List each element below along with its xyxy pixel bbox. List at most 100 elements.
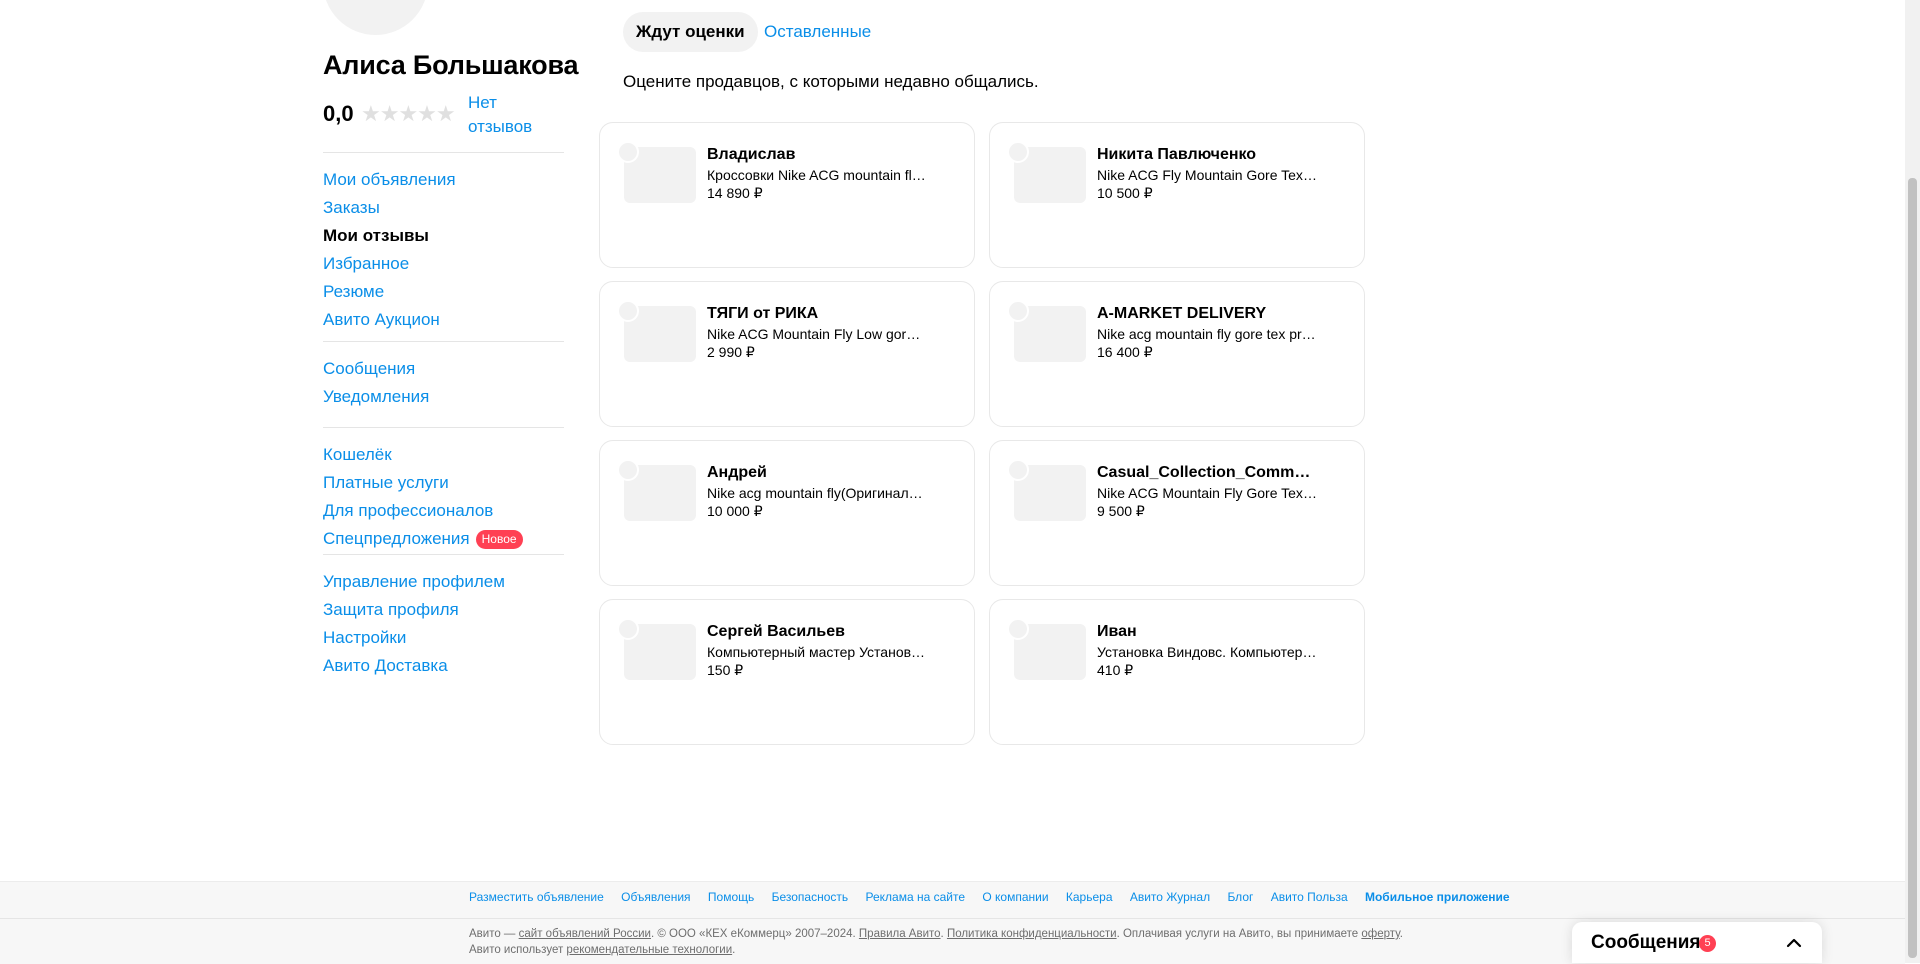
footer-link-ads[interactable]: Объявления (621, 890, 690, 904)
footer-link-advertising[interactable]: Реклама на сайте (865, 890, 965, 904)
sidebar-item-favorites[interactable]: Избранное (323, 250, 564, 278)
sidebar-item-my-reviews[interactable]: Мои отзывы (323, 222, 564, 250)
seller-avatar-icon (1007, 459, 1029, 481)
no-reviews-link[interactable]: Нет отзывов (468, 91, 548, 139)
footer-legal-text: Авито — сайт объявлений России. © ООО «К… (469, 926, 1429, 958)
menu-group-ads: Мои объявления Заказы Мои отзывы Избранн… (323, 152, 564, 334)
seller-avatar-icon (617, 618, 639, 640)
item-title: Nike acg mountain fly(Оригинал) gore-tex (707, 485, 927, 501)
sidebar-item-messages[interactable]: Сообщения (323, 355, 564, 383)
user-name: Алиса Большакова (323, 50, 579, 80)
seller-name: Владислав (707, 146, 796, 163)
seller-card[interactable]: Никита Павлюченко Nike ACG Fly Mountain … (989, 122, 1365, 268)
legal-link-privacy[interactable]: Политика конфиденциальности (947, 928, 1117, 940)
seller-card[interactable]: Андрей Nike acg mountain fly(Оригинал) g… (599, 440, 975, 586)
item-title: Установка Виндовс. Компьютерный мастер (1097, 644, 1317, 660)
footer-link-about[interactable]: О компании (982, 890, 1048, 904)
sidebar-item-special-offers[interactable]: Спецпредложения Новое (323, 525, 564, 553)
sidebar-item-wallet[interactable]: Кошелёк (323, 441, 564, 469)
seller-avatar-icon (617, 459, 639, 481)
item-title: Nike acg mountain fly gore tex premium (1097, 326, 1317, 342)
seller-name: Иван (1097, 623, 1137, 640)
legal-text: . © ООО «КЕХ еКоммерц» 2007–2024. (650, 928, 859, 940)
sidebar-item-delivery[interactable]: Авито Доставка (323, 652, 564, 680)
seller-avatar-icon (1007, 141, 1029, 163)
seller-card[interactable]: ТЯГИ от РИКА Nike ACG Mountain Fly Low g… (599, 281, 975, 427)
seller-name: A-MARKET DELIVERY (1097, 305, 1267, 322)
sidebar-item-profile-protection[interactable]: Защита профиля (323, 596, 564, 624)
seller-avatar-icon (617, 141, 639, 163)
footer-link-mobile-app[interactable]: Мобильное приложение (1365, 890, 1510, 904)
legal-text: . Оплачивая услуги на Авито, вы принимае… (1116, 928, 1362, 940)
item-price: 16 400 ₽ (1097, 344, 1153, 360)
footer-divider (0, 918, 1905, 919)
menu-group-messages: Сообщения Уведомления (323, 341, 564, 411)
item-price: 14 890 ₽ (707, 185, 763, 201)
legal-link-recommendations[interactable]: рекомендательные технологии (566, 944, 732, 956)
seller-card[interactable]: Владислав Кроссовки Nike ACG mountain fl… (599, 122, 975, 268)
footer-link-career[interactable]: Карьера (1066, 890, 1113, 904)
item-title: Nike ACG Mountain Fly Low gore-tex (707, 326, 927, 342)
tab-waiting[interactable]: Ждут оценки (623, 12, 758, 52)
sidebar-item-auction[interactable]: Авито Аукцион (323, 306, 564, 334)
new-badge: Новое (475, 530, 523, 550)
footer-link-avito-benefit[interactable]: Авито Польза (1271, 890, 1348, 904)
sidebar-item-for-pros[interactable]: Для профессионалов (323, 497, 564, 525)
footer-links: Разместить объявление Объявления Помощь … (469, 890, 1524, 904)
seller-card[interactable]: Casual_Collection_Community Nike ACG Mou… (989, 440, 1365, 586)
footer-link-help[interactable]: Помощь (708, 890, 754, 904)
item-price: 410 ₽ (1097, 662, 1134, 678)
footer-link-security[interactable]: Безопасность (772, 890, 849, 904)
seller-name: Сергей Васильев (707, 623, 845, 640)
sidebar-item-my-ads[interactable]: Мои объявления (323, 166, 564, 194)
item-title: Nike ACG Fly Mountain Gore Tex Оригинал (1097, 167, 1317, 183)
tab-left[interactable]: Оставленные (764, 12, 871, 52)
footer-link-blog[interactable]: Блог (1227, 890, 1253, 904)
sidebar-item-orders[interactable]: Заказы (323, 194, 564, 222)
seller-card[interactable]: A-MARKET DELIVERY Nike acg mountain fly … (989, 281, 1365, 427)
menu-group-services: Кошелёк Платные услуги Для профессионало… (323, 427, 564, 553)
avatar[interactable] (323, 0, 428, 35)
legal-link-rules[interactable]: Правила Авито (859, 928, 941, 940)
item-title: Компьютерный мастер Установка Windows (707, 644, 927, 660)
item-price: 10 000 ₽ (707, 503, 763, 519)
menu-group-profile: Управление профилем Защита профиля Настр… (323, 554, 564, 680)
rating-row: 0,0 ★★★★★ Нет отзывов (323, 91, 564, 139)
rating-value: 0,0 (323, 101, 354, 126)
item-price: 9 500 ₽ (1097, 503, 1145, 519)
item-title: Nike ACG Mountain Fly Gore Tex Low (1097, 485, 1317, 501)
seller-name: Андрей (707, 464, 767, 481)
messenger-unread-badge: 5 (1699, 935, 1716, 952)
messenger-title: Сообщения (1591, 932, 1701, 953)
legal-text: Авито — (469, 928, 519, 940)
chevron-up-icon[interactable] (1784, 933, 1804, 953)
scrollbar-thumb[interactable] (1908, 178, 1917, 958)
page-scrollbar[interactable] (1905, 0, 1920, 963)
sidebar-item-label: Спецпредложения (323, 529, 470, 548)
sidebar-item-resume[interactable]: Резюме (323, 278, 564, 306)
rating-stars-icon: ★★★★★ (361, 101, 456, 126)
seller-card[interactable]: Сергей Васильев Компьютерный мастер Уста… (599, 599, 975, 745)
footer-link-post-ad[interactable]: Разместить объявление (469, 890, 604, 904)
item-price: 150 ₽ (707, 662, 744, 678)
sidebar-item-notifications[interactable]: Уведомления (323, 383, 564, 411)
page-subtitle: Оцените продавцов, с которыми недавно об… (623, 72, 1039, 91)
seller-name: ТЯГИ от РИКА (707, 305, 819, 322)
sidebar-item-profile-management[interactable]: Управление профилем (323, 568, 564, 596)
seller-avatar-icon (1007, 618, 1029, 640)
legal-link-site[interactable]: сайт объявлений России (519, 928, 651, 940)
sidebar-item-settings[interactable]: Настройки (323, 624, 564, 652)
legal-link-offer[interactable]: оферту (1361, 928, 1399, 940)
messenger-widget[interactable]: Сообщения 5 (1572, 922, 1822, 963)
legal-text: . (732, 944, 736, 956)
item-price: 10 500 ₽ (1097, 185, 1153, 201)
seller-avatar-icon (617, 300, 639, 322)
seller-name: Никита Павлюченко (1097, 146, 1257, 163)
sidebar-item-paid-services[interactable]: Платные услуги (323, 469, 564, 497)
footer-link-journal[interactable]: Авито Журнал (1130, 890, 1210, 904)
item-price: 2 990 ₽ (707, 344, 755, 360)
seller-name: Casual_Collection_Community (1097, 464, 1317, 481)
seller-card[interactable]: Иван Установка Виндовс. Компьютерный мас… (989, 599, 1365, 745)
item-title: Кроссовки Nike ACG mountain fly gore-tex (707, 167, 927, 183)
seller-avatar-icon (1007, 300, 1029, 322)
